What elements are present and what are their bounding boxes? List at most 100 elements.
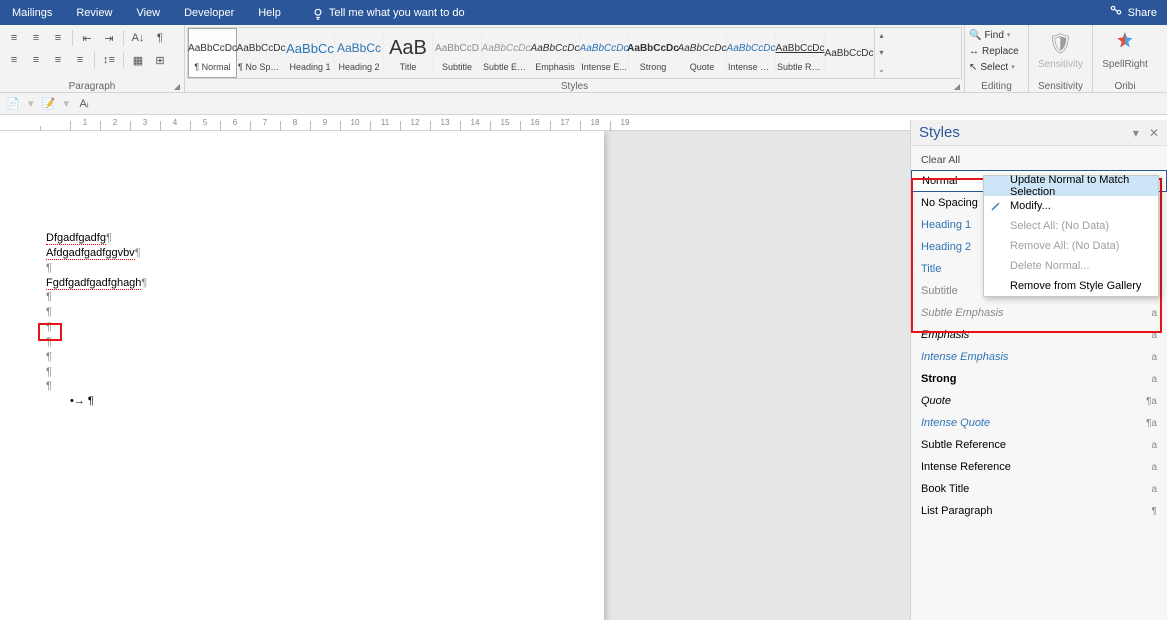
context-menu-item[interactable]: Update Normal to Match Selection [984,176,1158,196]
multilevel-button[interactable]: ≡ [48,28,68,48]
ruler-tick: 16 [520,118,550,127]
share-button[interactable]: Share [1109,4,1157,21]
pane-style-item[interactable]: Intense Emphasisa [911,346,1167,368]
pane-style-item[interactable]: List Paragraph¶ [911,500,1167,522]
styles-pane-title: Styles [919,124,960,141]
style-name-label: ¶ Normal [190,62,236,72]
style-inspector-button[interactable]: 📝 [40,95,58,113]
pane-style-item[interactable]: Subtle Referencea [911,434,1167,456]
sensitivity-group-label: Sensitivity [1029,81,1092,92]
gallery-style-item[interactable]: AaBbCcDcSubtle Em... [482,28,531,78]
tab-review[interactable]: Review [64,0,124,25]
pane-style-item[interactable]: Emphasisa [911,324,1167,346]
pane-style-marker: a [1151,462,1157,473]
select-icon: ↖ [969,62,977,73]
gallery-style-item[interactable]: AaBbCcDSubtitle [433,28,482,78]
gallery-style-item[interactable]: AaBbCcDcIntense Q... [727,28,776,78]
context-menu-label: Remove All: (No Data) [1010,240,1119,252]
paragraph-group-label: Paragraph [0,81,184,92]
style-preview-text: AaBbCcDc [825,39,873,67]
ruler-tick: 5 [190,118,220,127]
select-button[interactable]: ↖Select▾ [969,59,1024,75]
bullets-button[interactable]: ≡ [4,28,24,48]
style-preview-text: AaBbCcDc [580,34,628,62]
pane-style-item[interactable]: Intense Quote¶a [911,412,1167,434]
gallery-style-item[interactable]: AaBbCcHeading 1 [286,28,335,78]
paragraph-dialog-launcher[interactable]: ◢ [172,81,182,91]
tab-view[interactable]: View [124,0,172,25]
tell-me-label: Tell me what you want to do [329,7,465,19]
line-spacing-button[interactable]: ↕≡ [99,50,119,70]
ribbon: ≡ ≡ ≡ ⇤ ⇥ A↓ ¶ ≡ ≡ ≡ ≡ ↕≡ ▦ ⊞ Paragraph … [0,25,1167,93]
gallery-style-item[interactable]: AaBbCcDc [825,28,874,78]
replace-button[interactable]: ↔Replace [969,43,1024,59]
pane-style-item[interactable]: Intense Referencea [911,456,1167,478]
pane-style-item[interactable]: Stronga [911,368,1167,390]
pane-style-label: Intense Emphasis [921,351,1008,363]
style-preview-text: AaBbCcDc [189,34,236,62]
ruler-tick: 9 [310,118,340,127]
document-content[interactable]: Dfgadfgadfg¶ Afdgadfgadfggvbv¶ ¶ Fgdfgad… [46,231,604,409]
gallery-style-item[interactable]: AaBbCcDc¶ Normal [188,28,237,78]
gallery-style-item[interactable]: AaBbCcDc¶ No Spac... [237,28,286,78]
separator [123,30,124,46]
gallery-style-item[interactable]: AaBbCcDcStrong [629,28,678,78]
gallery-style-item[interactable]: AaBTitle [384,28,433,78]
find-button[interactable]: 🔍Find▾ [969,27,1024,43]
tab-developer[interactable]: Developer [172,0,246,25]
spellright-icon[interactable] [1111,29,1139,57]
pane-dropdown-icon[interactable]: ▾ [1133,126,1139,140]
context-menu-item[interactable]: Remove from Style Gallery [984,276,1158,296]
pane-style-label: Subtitle [921,285,958,297]
sensitivity-icon[interactable]: 🛡 [1047,29,1075,57]
gallery-style-item[interactable]: AaBbCcHeading 2 [335,28,384,78]
style-name-label: Heading 1 [287,62,333,72]
pane-style-label: Quote [921,395,951,407]
pane-style-marker: a [1151,484,1157,495]
indent-decrease-button[interactable]: ⇤ [77,28,97,48]
styles-gallery[interactable]: AaBbCcDc¶ NormalAaBbCcDc¶ No Spac...AaBb… [187,27,962,79]
justify-button[interactable]: ≡ [70,50,90,70]
style-name-label: Subtle Em... [483,62,529,72]
borders-button[interactable]: ⊞ [150,50,170,70]
gallery-style-item[interactable]: AaBbCcDcIntense E... [580,28,629,78]
update-toc-button[interactable]: 📄 [4,95,22,113]
pilcrow-button[interactable]: ¶ [150,28,170,48]
align-left-button[interactable]: ≡ [4,50,24,70]
ruler-tick: 4 [160,118,190,127]
pane-style-marker: ¶a [1146,418,1157,429]
style-preview-text: AaB [384,34,432,62]
pane-style-label: Book Title [921,483,969,495]
align-center-button[interactable]: ≡ [26,50,46,70]
pane-close-icon[interactable]: ✕ [1149,126,1159,140]
ruler-tick: 10 [340,118,370,127]
doc-line-2: Afdgadfgadfggvbv [46,247,135,260]
gallery-style-item[interactable]: AaBbCcDcQuote [678,28,727,78]
find-icon: 🔍 [969,30,981,41]
clear-all-button[interactable]: Clear All [911,150,1167,170]
shading-button[interactable]: ▦ [128,50,148,70]
tab-mailings[interactable]: Mailings [0,0,64,25]
lightbulb-icon [311,7,323,19]
gallery-style-item[interactable]: AaBbCcDcEmphasis [531,28,580,78]
context-menu-item[interactable]: Modify... [984,196,1158,216]
tell-me-search[interactable]: Tell me what you want to do [293,7,465,19]
pane-style-item[interactable]: Subtle Emphasisa [911,302,1167,324]
style-name-label: Subtle Ref... [777,62,823,72]
pane-style-item[interactable]: Quote¶a [911,390,1167,412]
styles-dialog-launcher[interactable]: ◢ [952,81,962,91]
gallery-style-item[interactable]: AaBbCcDcSubtle Ref... [776,28,825,78]
sort-button[interactable]: A↓ [128,28,148,48]
tab-help[interactable]: Help [246,0,293,25]
reveal-formatting-button[interactable]: Aᵢ [75,95,93,113]
document-page[interactable]: Dfgadfgadfg¶ Afdgadfgadfggvbv¶ ¶ Fgdfgad… [0,131,604,620]
numbering-button[interactable]: ≡ [26,28,46,48]
gallery-more-button[interactable]: ▴▾⌄ [874,28,888,78]
align-right-button[interactable]: ≡ [48,50,68,70]
style-preview-text: AaBbCcDc [237,34,285,62]
share-icon [1109,4,1123,21]
indent-increase-button[interactable]: ⇥ [99,28,119,48]
pane-style-item[interactable]: Book Title a [911,478,1167,500]
styles-pane-header: Styles ▾ ✕ [911,120,1167,146]
ruler-tick: 13 [430,118,460,127]
